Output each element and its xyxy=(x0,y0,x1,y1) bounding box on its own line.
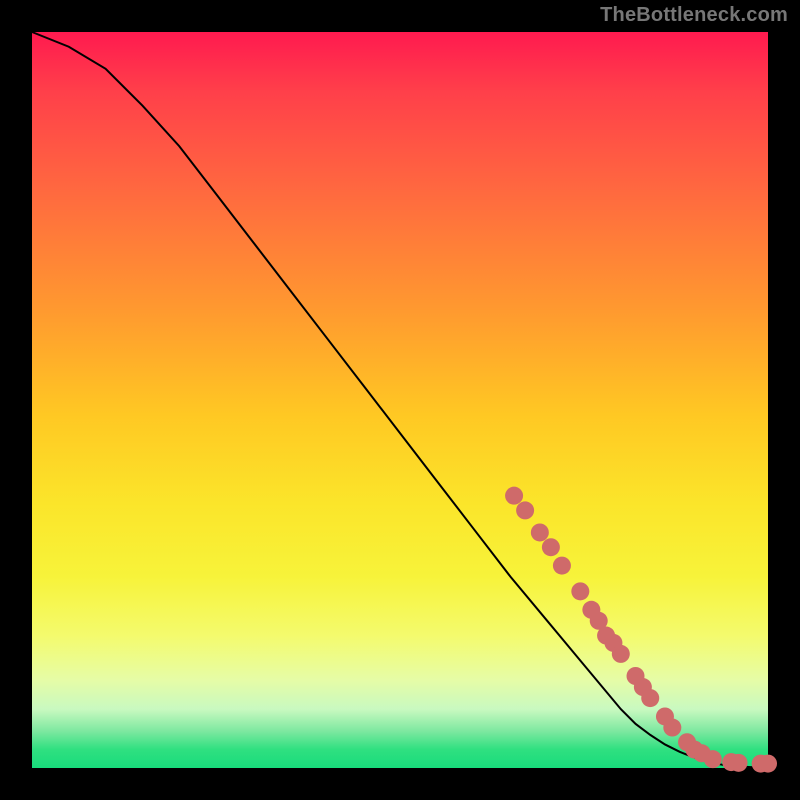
chart-svg xyxy=(32,32,768,768)
data-points-group xyxy=(505,487,777,773)
data-point xyxy=(505,487,523,505)
data-point xyxy=(571,582,589,600)
data-point xyxy=(730,754,748,772)
data-point xyxy=(612,645,630,663)
watermark-text: TheBottleneck.com xyxy=(600,4,788,27)
data-point xyxy=(553,557,571,575)
data-point xyxy=(542,538,560,556)
bottleneck-curve xyxy=(32,32,768,768)
chart-frame: TheBottleneck.com xyxy=(0,0,800,800)
data-point xyxy=(704,750,722,768)
data-point xyxy=(759,755,777,773)
data-point xyxy=(516,501,534,519)
data-point xyxy=(663,719,681,737)
data-point xyxy=(531,523,549,541)
data-point xyxy=(641,689,659,707)
plot-area xyxy=(32,32,768,768)
